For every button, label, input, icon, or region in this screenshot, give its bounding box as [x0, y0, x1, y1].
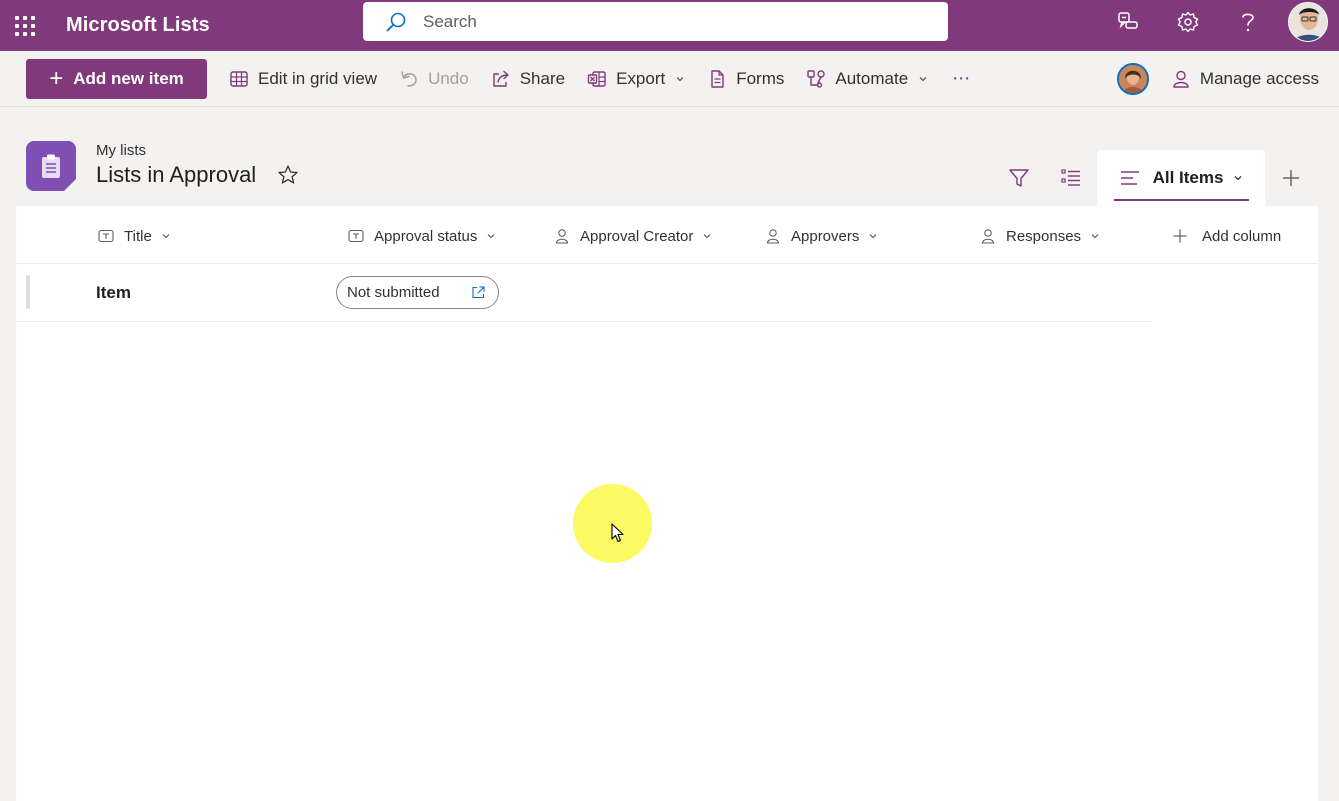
mouse-cursor-icon: [611, 523, 624, 543]
more-icon: ⋯: [952, 68, 972, 88]
column-label: Responses: [1006, 227, 1082, 245]
chevron-down-icon: [1091, 234, 1099, 239]
filter-icon[interactable]: [993, 150, 1045, 206]
search-input[interactable]: Search: [363, 2, 948, 41]
group-by-icon[interactable]: [1045, 150, 1097, 206]
active-view-underline: [1114, 199, 1249, 201]
forms-label: Forms: [736, 68, 785, 88]
shared-user-avatar[interactable]: [1116, 63, 1149, 95]
chevron-down-icon: [703, 234, 711, 239]
view-list-icon: [1120, 171, 1139, 185]
add-column-button[interactable]: Add column: [1172, 226, 1281, 246]
table-row[interactable]: Item Not submitted: [16, 264, 1152, 322]
export-label: Export: [616, 68, 666, 88]
approval-status-badge[interactable]: Not submitted: [336, 276, 499, 309]
automate-label: Automate: [835, 68, 909, 88]
column-header-row: Title Approval status Approval Creator A…: [16, 206, 1318, 264]
add-new-item-label: Add new item: [73, 68, 184, 88]
edit-grid-view-button[interactable]: Edit in grid view: [229, 59, 377, 99]
page-title[interactable]: Lists in Approval: [96, 162, 256, 188]
plus-icon: +: [49, 64, 64, 92]
open-in-new-icon: [472, 286, 485, 299]
automate-button[interactable]: Automate: [806, 59, 928, 99]
undo-button[interactable]: Undo: [399, 59, 469, 99]
column-label: Approvers: [791, 227, 860, 245]
command-bar: + Add new item Edit in grid view Undo Sh…: [0, 51, 1339, 107]
plus-icon: [1283, 170, 1299, 186]
row-selector[interactable]: [26, 275, 30, 309]
edit-grid-label: Edit in grid view: [258, 68, 378, 88]
undo-label: Undo: [428, 68, 469, 88]
app-name[interactable]: Microsoft Lists: [66, 14, 210, 37]
column-label: Approval status: [374, 227, 478, 245]
share-icon: [493, 70, 509, 87]
share-button[interactable]: Share: [491, 59, 565, 99]
more-options-button[interactable]: ⋯: [952, 59, 971, 99]
forms-icon: [711, 69, 724, 88]
search-placeholder: Search: [423, 11, 477, 31]
text-column-icon: [98, 229, 114, 243]
gear-icon[interactable]: [1158, 0, 1218, 44]
column-header-title[interactable]: Title: [98, 226, 171, 246]
star-icon[interactable]: [277, 164, 299, 186]
text-column-icon: [348, 229, 364, 243]
view-name: All Items: [1152, 168, 1224, 187]
column-header-approval-status[interactable]: Approval status: [348, 226, 496, 246]
chevron-down-icon: [162, 234, 170, 239]
grid-icon: [230, 70, 248, 87]
help-icon[interactable]: [1218, 0, 1278, 44]
manage-access-button[interactable]: Manage access: [1171, 59, 1319, 99]
view-selector[interactable]: All Items: [1097, 150, 1265, 206]
list-panel: Title Approval status Approval Creator A…: [16, 206, 1318, 801]
column-label: Approval Creator: [580, 227, 694, 245]
chevron-down-icon: [869, 234, 877, 239]
add-view-button[interactable]: [1265, 150, 1317, 206]
avatar[interactable]: [1288, 2, 1328, 42]
excel-icon: [587, 70, 606, 87]
person-column-icon: [981, 229, 995, 244]
person-column-icon: [766, 229, 780, 244]
add-column-label: Add column: [1202, 227, 1282, 245]
chevron-down-icon: [919, 76, 927, 81]
export-button[interactable]: Export: [587, 59, 685, 99]
column-header-approval-creator[interactable]: Approval Creator: [554, 226, 712, 246]
person-icon: [1173, 70, 1189, 88]
chevron-down-icon: [1234, 176, 1242, 181]
column-label: Title: [124, 227, 152, 245]
search-icon: [386, 12, 406, 31]
plus-icon: [1173, 229, 1187, 243]
row-title[interactable]: Item: [96, 283, 131, 303]
undo-icon: [401, 70, 417, 87]
chevron-down-icon: [487, 234, 495, 239]
breadcrumb[interactable]: My lists: [96, 142, 146, 159]
list-icon: [26, 141, 76, 191]
chevron-down-icon: [676, 76, 684, 81]
suite-bar: Microsoft Lists Search: [0, 0, 1339, 51]
approval-status-text: Not submitted: [347, 284, 440, 301]
add-new-item-button[interactable]: + Add new item: [26, 58, 207, 99]
column-header-responses[interactable]: Responses: [980, 226, 1100, 246]
person-column-icon: [555, 229, 569, 244]
waffle-icon[interactable]: [0, 4, 50, 48]
automate-icon: [807, 69, 826, 88]
share-label: Share: [519, 68, 566, 88]
column-header-approvers[interactable]: Approvers: [765, 226, 878, 246]
forms-button[interactable]: Forms: [707, 59, 784, 99]
feedback-icon[interactable]: [1098, 0, 1158, 44]
manage-access-label: Manage access: [1199, 69, 1319, 88]
